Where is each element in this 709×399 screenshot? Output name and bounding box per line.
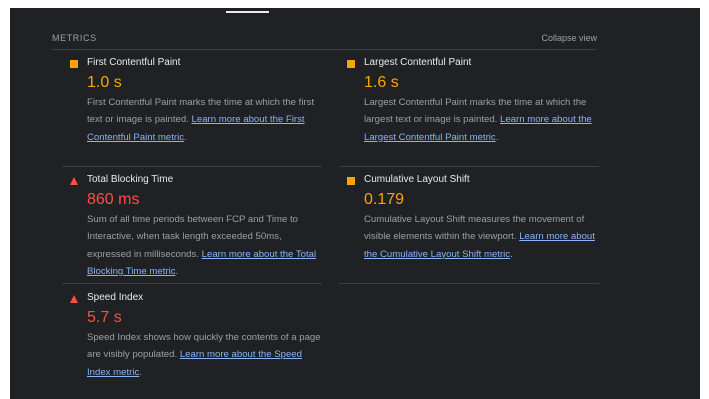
metric-label: First Contentful Paint bbox=[87, 57, 181, 68]
metric-value: 860 ms bbox=[87, 191, 140, 208]
row-divider bbox=[62, 283, 322, 284]
average-square-icon bbox=[70, 60, 78, 68]
metric-label: Total Blocking Time bbox=[87, 174, 174, 185]
metric-label: Speed Index bbox=[87, 292, 144, 303]
metric-value: 1.6 s bbox=[364, 74, 399, 91]
metric-total-blocking-time: Total Blocking Time 860 ms Sum of all ti… bbox=[70, 174, 328, 280]
metrics-title: METRICS bbox=[52, 33, 97, 43]
metric-description: Speed Index shows how quickly the conten… bbox=[87, 332, 321, 378]
metric-label: Cumulative Layout Shift bbox=[364, 174, 470, 185]
metric-first-contentful-paint: First Contentful Paint 1.0 s First Conte… bbox=[70, 57, 328, 146]
metric-value: 1.0 s bbox=[87, 74, 122, 91]
row-divider bbox=[339, 283, 599, 284]
metric-description: Largest Contentful Paint marks the time … bbox=[364, 97, 592, 143]
header-divider bbox=[52, 49, 597, 50]
fail-triangle-icon bbox=[70, 295, 78, 303]
metric-cumulative-layout-shift: Cumulative Layout Shift 0.179 Cumulative… bbox=[347, 174, 605, 263]
fail-triangle-icon bbox=[70, 177, 78, 185]
row-divider bbox=[339, 166, 599, 167]
metric-largest-contentful-paint: Largest Contentful Paint 1.6 s Largest C… bbox=[347, 57, 605, 146]
metric-description: Sum of all time periods between FCP and … bbox=[87, 214, 317, 277]
average-square-icon bbox=[347, 60, 355, 68]
metric-speed-index: Speed Index 5.7 s Speed Index shows how … bbox=[70, 292, 328, 381]
metric-value: 5.7 s bbox=[87, 309, 122, 326]
collapse-view-button[interactable]: Collapse view bbox=[541, 33, 597, 43]
metric-value: 0.179 bbox=[364, 191, 405, 208]
row-divider bbox=[62, 166, 322, 167]
metric-label: Largest Contentful Paint bbox=[364, 57, 472, 68]
metric-description: First Contentful Paint marks the time at… bbox=[87, 97, 315, 143]
tab-indicator bbox=[226, 11, 269, 13]
average-square-icon bbox=[347, 177, 355, 185]
metric-description: Cumulative Layout Shift measures the mov… bbox=[364, 214, 595, 260]
